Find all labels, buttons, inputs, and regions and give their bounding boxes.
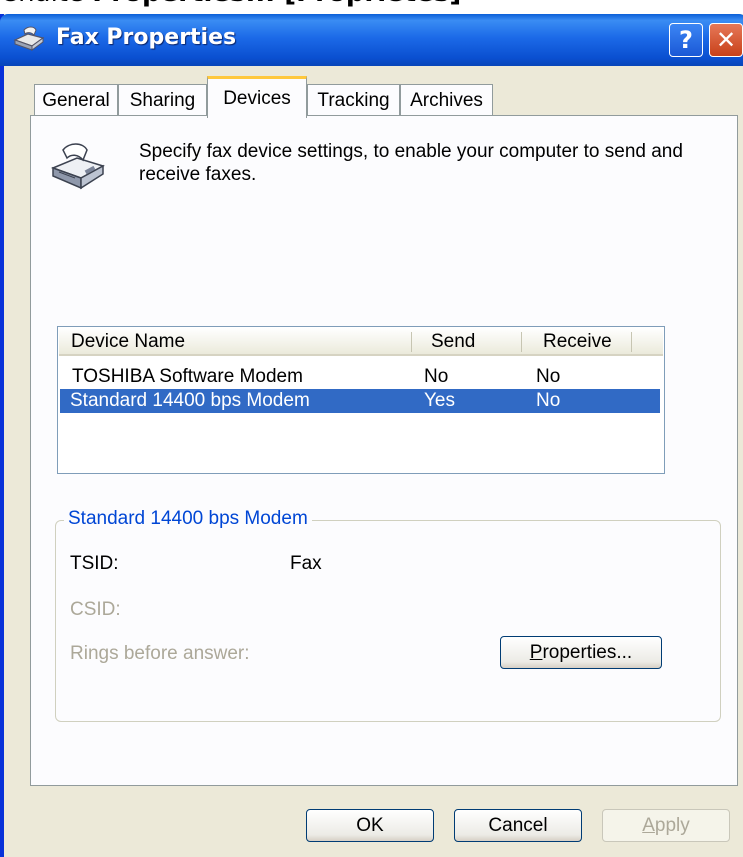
device-details-group: Standard 14400 bps Modem TSID: Fax CSID:… (55, 508, 721, 722)
device-receive-cell: No (536, 390, 561, 411)
devices-panel: Specify fax device settings, to enable y… (30, 115, 738, 786)
column-separator[interactable] (521, 332, 522, 352)
device-name-cell: TOSHIBA Software Modem (72, 366, 303, 387)
tsid-value: Fax (290, 553, 322, 574)
column-receive[interactable]: Receive (543, 328, 612, 356)
apply-button-label: pply (654, 814, 690, 836)
caption-prefix: Chaite (0, 0, 92, 8)
column-separator[interactable] (411, 332, 412, 352)
device-send-cell: No (424, 366, 449, 387)
device-receive-cell: No (536, 366, 561, 387)
device-list[interactable]: Device Name Send Receive TOSHIBA Softwar… (57, 326, 665, 474)
device-properties-button[interactable]: Properties... (500, 636, 662, 669)
intro-text: Specify fax device settings, to enable y… (139, 141, 683, 185)
help-button[interactable]: ? (669, 23, 703, 57)
cancel-button[interactable]: Cancel (454, 809, 582, 842)
window-title: Fax Properties (56, 25, 237, 50)
column-separator[interactable] (631, 332, 632, 352)
tsid-label: TSID: (70, 553, 119, 574)
title-bar[interactable]: Fax Properties ? ✕ (0, 14, 743, 66)
tab-devices[interactable]: Devices (207, 76, 307, 118)
fax-machine-icon (50, 143, 105, 190)
column-device-name[interactable]: Device Name (71, 328, 185, 356)
tab-archives[interactable]: Archives (400, 84, 493, 116)
tab-sharing[interactable]: Sharing (118, 84, 207, 116)
ok-button[interactable]: OK (306, 809, 434, 842)
apply-hotkey: A (642, 814, 655, 836)
properties-hotkey: P (529, 641, 543, 663)
device-row-standard-modem[interactable]: Standard 14400 bps Modem Yes No (60, 389, 660, 413)
device-name-cell: Standard 14400 bps Modem (70, 390, 310, 411)
properties-button-label: roperties... (542, 641, 633, 663)
fax-properties-dialog: Fax Properties ? ✕ General Sharing Devic… (0, 14, 743, 857)
group-title: Standard 14400 bps Modem (64, 508, 312, 530)
column-send[interactable]: Send (431, 328, 475, 356)
caption-bold: Properties... [Propriétés] (92, 0, 461, 8)
rings-before-answer-label: Rings before answer: (70, 643, 250, 664)
apply-button[interactable]: Apply (602, 809, 730, 842)
fax-icon (13, 26, 45, 51)
device-row-toshiba[interactable]: TOSHIBA Software Modem No No (60, 365, 660, 389)
tab-general[interactable]: General (34, 84, 118, 116)
device-list-header: Device Name Send Receive (59, 328, 663, 356)
csid-label: CSID: (70, 599, 121, 620)
close-button[interactable]: ✕ (709, 23, 743, 57)
device-send-cell: Yes (424, 390, 455, 411)
tab-tracking[interactable]: Tracking (307, 84, 400, 116)
